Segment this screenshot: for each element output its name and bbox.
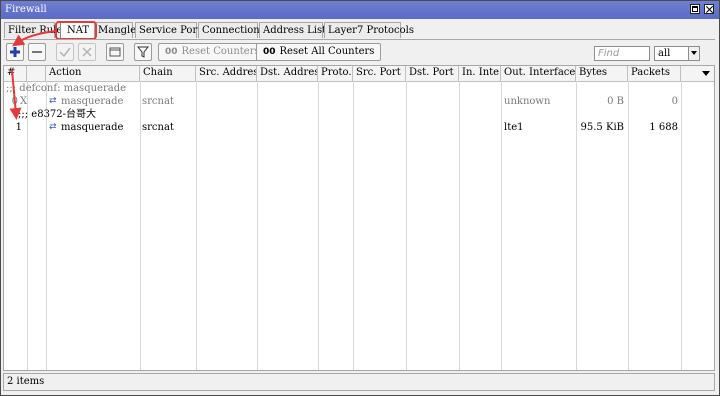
- col-header-flags[interactable]: [27, 66, 46, 81]
- title-bar: Firewall: [1, 1, 719, 19]
- tab-service-ports[interactable]: Service Ports: [135, 22, 206, 38]
- table-row[interactable]: 0 X masquerade srcnat unknown 0 B 0: [4, 95, 714, 108]
- col-header-dst-port[interactable]: Dst. Port: [406, 66, 459, 81]
- col-header-out-interface[interactable]: Out. Interface: [501, 66, 576, 81]
- col-header-number[interactable]: #: [4, 66, 27, 81]
- rule-action: masquerade: [49, 121, 139, 134]
- counter-icon: 00: [263, 47, 276, 57]
- col-header-src-address[interactable]: Src. Address: [196, 66, 257, 81]
- col-header-src-port[interactable]: Src. Port: [353, 66, 406, 81]
- disable-button[interactable]: [78, 43, 96, 61]
- rule-action-label: masquerade: [61, 96, 124, 107]
- status-bar: 2 items: [3, 373, 715, 391]
- counter-icon: 00: [165, 47, 178, 57]
- col-header-in-interface[interactable]: In. Inte...: [459, 66, 501, 81]
- enable-button[interactable]: [56, 43, 74, 61]
- rule-bytes: 0 B: [607, 96, 624, 107]
- rule-number: 0: [11, 96, 18, 107]
- tab-divider: [3, 39, 715, 40]
- col-header-dst-address[interactable]: Dst. Address: [257, 66, 318, 81]
- tab-mangle[interactable]: Mangle: [94, 22, 136, 38]
- table-row[interactable]: 1 masquerade srcnat lte1 95.5 KiB 1 688: [4, 121, 714, 134]
- masquerade-icon: [49, 95, 59, 108]
- maximize-button[interactable]: [690, 4, 700, 14]
- toolbar: 00Reset Counters 00Reset All Counters al…: [4, 43, 716, 63]
- window-title: Firewall: [5, 4, 47, 15]
- column-menu-button[interactable]: [699, 66, 714, 81]
- rule-bytes: 95.5 KiB: [580, 122, 624, 133]
- filter-button[interactable]: [134, 43, 152, 61]
- plus-icon: [10, 47, 20, 57]
- tab-filter-rules[interactable]: Filter Rules: [4, 22, 67, 38]
- col-header-packets[interactable]: Packets: [628, 66, 681, 81]
- filter-dropdown-value: all: [658, 48, 671, 59]
- rule-packets: 0: [671, 96, 678, 107]
- reset-all-counters-label: Reset All Counters: [279, 46, 375, 57]
- tab-connections[interactable]: Connections: [198, 22, 265, 38]
- rule-packets: 1 688: [649, 122, 678, 133]
- filter-dropdown[interactable]: all: [654, 46, 700, 61]
- reset-counters-button[interactable]: 00 Reset Counters: [158, 43, 267, 61]
- funnel-icon: [136, 46, 150, 58]
- check-icon: [59, 47, 71, 58]
- minus-icon: [32, 51, 42, 53]
- col-header-action[interactable]: Action: [46, 66, 140, 81]
- add-button[interactable]: [6, 43, 24, 61]
- rule-out-interface: lte1: [504, 122, 524, 133]
- rule-action-label: masquerade: [61, 122, 124, 133]
- rule-number: 1: [15, 122, 22, 133]
- close-button[interactable]: [704, 4, 714, 14]
- col-header-protocol[interactable]: Proto...: [318, 66, 353, 81]
- table-header: # Action Chain Src. Address Dst. Address…: [4, 66, 714, 82]
- reset-all-counters-button[interactable]: 00 Reset All Counters: [256, 43, 382, 61]
- rule-chain: srcnat: [142, 122, 174, 133]
- rule-action: masquerade: [49, 95, 139, 108]
- rule-flag: X: [20, 96, 28, 107]
- col-header-bytes[interactable]: Bytes: [576, 66, 628, 81]
- tab-layer7-protocols[interactable]: Layer7 Protocols: [324, 22, 414, 38]
- remove-button[interactable]: [28, 43, 46, 61]
- nat-rules-table: # Action Chain Src. Address Dst. Address…: [3, 65, 715, 371]
- masquerade-icon: [49, 121, 59, 134]
- item-count: 2 items: [7, 376, 45, 387]
- col-header-chain[interactable]: Chain: [140, 66, 196, 81]
- find-input[interactable]: [594, 46, 650, 61]
- x-icon: [82, 47, 92, 57]
- nat-tab-highlight: [55, 21, 97, 40]
- note-icon: [109, 47, 121, 57]
- comment-button[interactable]: [106, 43, 124, 61]
- rule-comment[interactable]: ;;; defconf: masquerade: [6, 82, 126, 95]
- rule-comment[interactable]: ;;; e8372-台哥大: [18, 108, 96, 121]
- chevron-down-icon: [688, 47, 699, 60]
- reset-counters-label: Reset Counters: [181, 46, 260, 57]
- tab-address-lists[interactable]: Address Lists: [259, 22, 331, 38]
- rule-out-interface: unknown: [504, 96, 551, 107]
- rule-flag: [28, 121, 38, 134]
- rule-chain: srcnat: [142, 96, 174, 107]
